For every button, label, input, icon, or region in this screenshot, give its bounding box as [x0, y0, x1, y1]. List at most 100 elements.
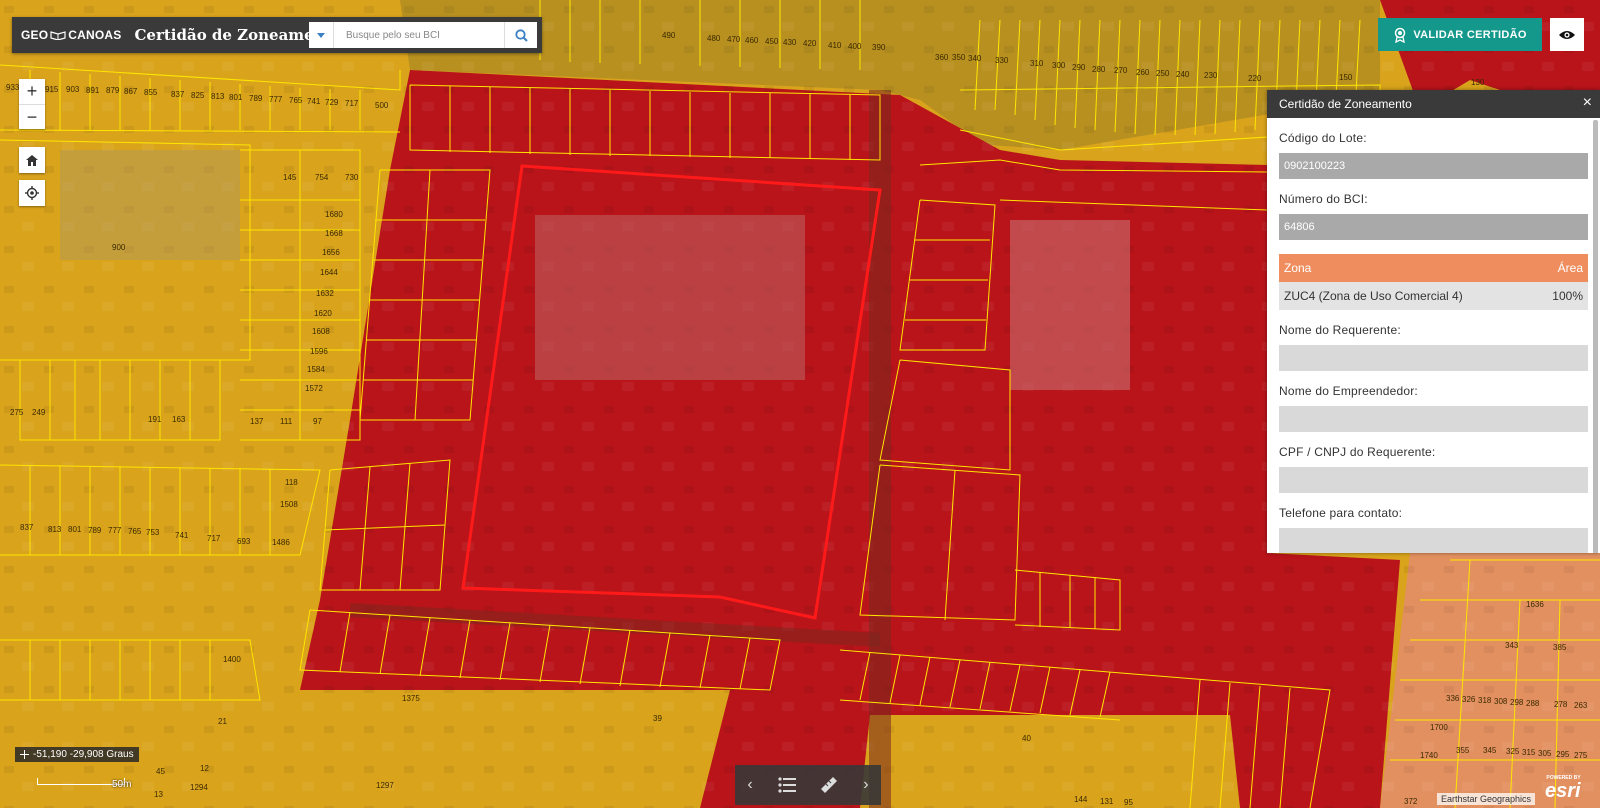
parcel-label: 693	[237, 537, 251, 546]
parcel-label: 1680	[325, 210, 343, 219]
parcel-label: 325	[1506, 747, 1520, 756]
telefone-input[interactable]	[1279, 528, 1588, 553]
zoom-control: + −	[19, 79, 45, 129]
zoom-in-button[interactable]: +	[19, 79, 45, 105]
parcel-label: 318	[1478, 696, 1492, 705]
parcel-label: 1572	[305, 384, 323, 393]
lote-label: Código do Lote:	[1279, 131, 1367, 145]
parcel-label: 1632	[316, 289, 334, 298]
parcel-label: 420	[803, 39, 817, 48]
parcel-label: 450	[765, 37, 779, 46]
telefone-label: Telefone para contato:	[1279, 506, 1403, 520]
parcel-label: 275	[1574, 751, 1588, 760]
zona-column-header: Zona	[1284, 261, 1312, 275]
empreendedor-label: Nome do Empreendedor:	[1279, 384, 1418, 398]
parcel-label: 837	[171, 90, 185, 99]
bottom-toolbar: ‹ ›	[735, 765, 881, 805]
parcel-label: 230	[1204, 71, 1218, 80]
parcel-label: 789	[88, 526, 102, 535]
parcel-label: 40	[1022, 734, 1031, 743]
parcel-label: 280	[1092, 65, 1106, 74]
parcel-label: 111	[280, 417, 293, 426]
parcel-label: 240	[1176, 70, 1190, 79]
parcel-label: 729	[325, 98, 339, 107]
parcel-label: 39	[653, 714, 662, 723]
coordinates-readout[interactable]: -51,190 -29,908 Graus	[15, 747, 139, 762]
home-button[interactable]	[19, 147, 45, 173]
parcel-label: 355	[1456, 746, 1470, 755]
validar-certidao-button[interactable]: VALIDAR CERTIDÃO	[1378, 18, 1542, 51]
legend-list-icon[interactable]	[777, 777, 796, 793]
parcel-label: 1584	[307, 365, 325, 374]
parcel-label: 900	[112, 243, 126, 252]
parcel-label: 95	[1124, 798, 1133, 807]
parcel-label: 278	[1554, 700, 1568, 709]
scale-label: 50m	[112, 779, 132, 790]
parcel-label: 12	[200, 764, 209, 773]
search-source-dropdown[interactable]	[309, 22, 334, 48]
parcel-label: 144	[1074, 795, 1088, 804]
parcel-label: 500	[375, 101, 389, 110]
parcel-label: 1508	[280, 500, 298, 509]
parcel-label: 385	[1553, 643, 1567, 652]
parcel-label: 717	[207, 534, 221, 543]
bci-field: 64806	[1279, 214, 1588, 240]
top-toolbar: GEO CANOAS Certidão de Zoneamento Busque…	[12, 17, 542, 53]
panel-title: Certidão de Zoneamento	[1279, 97, 1412, 111]
parcel-label: 45	[156, 767, 165, 776]
parcel-label: 298	[1510, 698, 1524, 707]
parcel-label: 315	[1522, 748, 1536, 757]
parcel-label: 765	[128, 527, 142, 536]
eye-icon	[1559, 30, 1575, 39]
coordinates-text: -51,190 -29,908 Graus	[33, 749, 134, 760]
parcel-label: 777	[108, 526, 122, 535]
parcel-label: 855	[144, 88, 158, 97]
parcel-label: 915	[45, 85, 59, 94]
parcel-label: 1596	[310, 347, 328, 356]
parcel-label: 118	[285, 478, 298, 487]
close-icon[interactable]: ×	[1583, 94, 1592, 112]
parcel-label: 1636	[1526, 600, 1544, 609]
panel-scrollbar[interactable]	[1593, 120, 1598, 553]
parcel-label: 350	[952, 53, 966, 62]
parcel-label: 163	[172, 415, 186, 424]
parcel-label: 97	[313, 417, 322, 426]
parcel-label: 754	[315, 173, 329, 182]
parcel-label: 390	[872, 43, 886, 52]
chevron-right-icon[interactable]: ›	[863, 776, 868, 794]
requerente-input[interactable]	[1279, 345, 1588, 371]
search-input[interactable]: Busque pelo seu BCI	[334, 30, 504, 41]
parcel-label: 300	[1052, 61, 1066, 70]
parcel-label: 295	[1556, 750, 1570, 759]
home-icon	[26, 154, 38, 166]
parcel-label: 131	[1100, 797, 1114, 806]
parcel-label: 343	[1505, 641, 1519, 650]
parcel-label: 903	[66, 85, 80, 94]
caret-down-icon	[317, 32, 325, 38]
visibility-toggle-button[interactable]	[1550, 18, 1584, 51]
parcel-label: 730	[345, 173, 359, 182]
parcel-label: 250	[1156, 69, 1170, 78]
chevron-left-icon[interactable]: ‹	[747, 776, 752, 794]
zoom-out-button[interactable]: −	[19, 105, 45, 130]
parcel-label: 21	[218, 717, 227, 726]
parcel-label: 310	[1030, 59, 1044, 68]
bci-search: Busque pelo seu BCI	[309, 22, 537, 48]
parcel-label: 490	[662, 31, 676, 40]
parcel-label: 290	[1072, 63, 1086, 72]
search-button[interactable]	[504, 22, 537, 48]
parcel-label: 460	[745, 36, 759, 45]
parcel-label: 753	[146, 528, 160, 537]
measure-ruler-icon[interactable]	[820, 776, 838, 794]
geocanoas-logo[interactable]: GEO CANOAS	[21, 28, 121, 42]
parcel-label: 1400	[223, 655, 241, 664]
parcel-label: 330	[995, 56, 1009, 65]
parcel-label: 717	[345, 99, 359, 108]
locate-button[interactable]	[19, 180, 45, 206]
parcel-label: 340	[968, 54, 982, 63]
building-east	[1010, 220, 1130, 390]
empreendedor-input[interactable]	[1279, 406, 1588, 432]
parcel-label: 1644	[320, 268, 338, 277]
crosshair-icon	[20, 750, 29, 759]
cpf-cnpj-input[interactable]	[1279, 467, 1588, 493]
